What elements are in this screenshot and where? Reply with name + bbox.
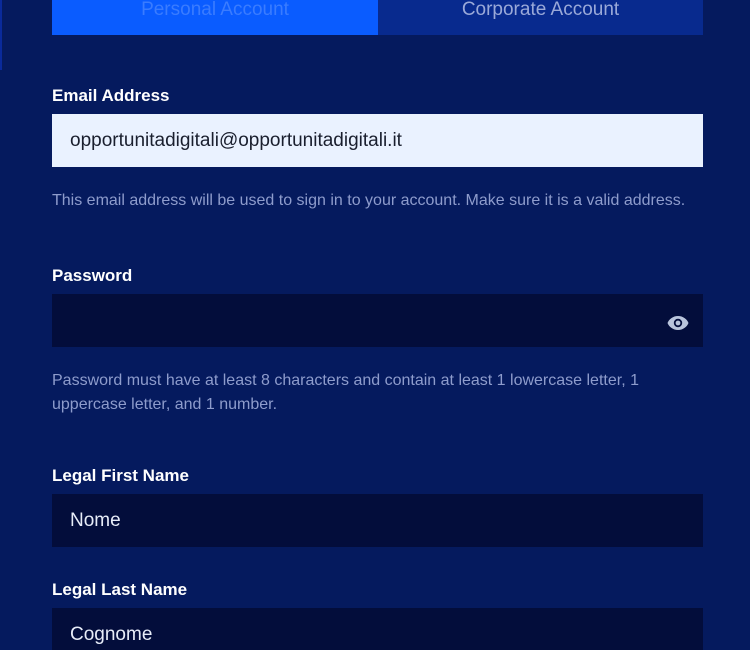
email-field[interactable]: opportunitadigitali@opportunitadigitali.… (52, 114, 703, 167)
tab-corporate-account-label: Corporate Account (461, 0, 620, 20)
left-edge-accent (0, 0, 2, 70)
password-field[interactable] (52, 294, 703, 347)
first-name-label: Legal First Name (52, 466, 189, 485)
first-name-placeholder: Nome (70, 509, 121, 531)
email-help-text: This email address will be used to sign … (52, 192, 686, 209)
email-label: Email Address (52, 86, 170, 105)
account-type-tabs: Personal Account Corporate Account (52, 0, 703, 35)
signup-form-page: Personal Account Corporate Account Email… (0, 0, 750, 650)
password-label: Password (52, 266, 133, 285)
last-name-field[interactable]: Cognome (52, 608, 703, 650)
password-help-text: Password must have at least 8 characters… (52, 372, 639, 413)
tab-corporate-account[interactable]: Corporate Account (378, 0, 703, 35)
tab-personal-account[interactable]: Personal Account (52, 0, 378, 35)
last-name-label: Legal Last Name (52, 580, 188, 599)
tab-personal-account-label: Personal Account (141, 0, 289, 20)
first-name-field[interactable]: Nome (52, 494, 703, 547)
eye-icon[interactable] (667, 314, 689, 330)
email-field-value: opportunitadigitali@opportunitadigitali.… (70, 129, 402, 151)
last-name-placeholder: Cognome (70, 623, 153, 645)
